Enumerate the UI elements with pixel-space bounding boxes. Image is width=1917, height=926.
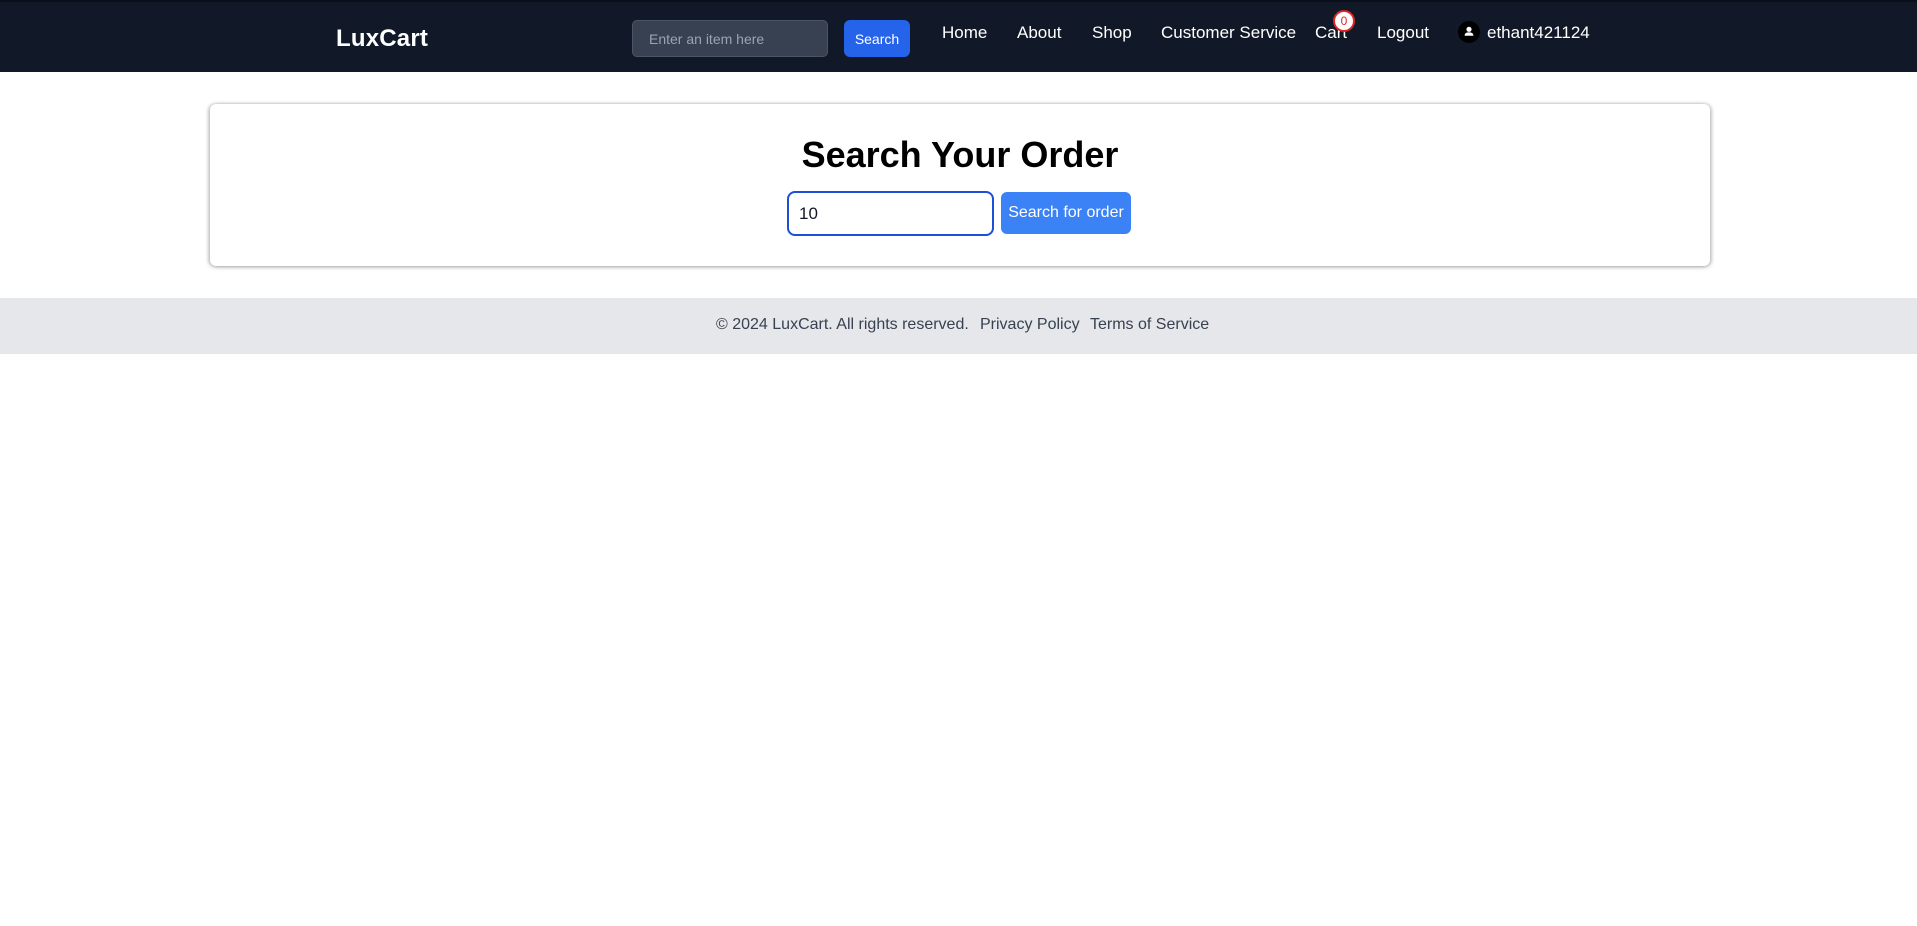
nav-customer-service-link[interactable]: Customer Service <box>1161 23 1296 43</box>
terms-of-service-link[interactable]: Terms of Service <box>1090 316 1209 334</box>
top-navbar: LuxCart Search Home About Shop Customer … <box>0 0 1917 72</box>
privacy-policy-link[interactable]: Privacy Policy <box>980 316 1080 334</box>
nav-shop-link[interactable]: Shop <box>1092 23 1132 43</box>
user-account-link[interactable]: ethant421124 <box>1487 23 1590 43</box>
nav-about-link[interactable]: About <box>1017 23 1061 43</box>
footer-copyright: © 2024 LuxCart. All rights reserved. <box>716 316 969 333</box>
search-order-button[interactable]: Search for order <box>1001 192 1131 234</box>
item-search-input[interactable] <box>632 20 828 57</box>
page-footer: © 2024 LuxCart. All rights reserved. Pri… <box>0 298 1917 354</box>
user-icon <box>1458 21 1480 43</box>
order-search-card: Search Your Order Search for order <box>210 104 1710 266</box>
cart-count-badge: 0 <box>1333 10 1355 32</box>
nav-home-link[interactable]: Home <box>942 23 987 43</box>
brand-logo[interactable]: LuxCart <box>336 25 428 53</box>
page-title: Search Your Order <box>801 134 1119 175</box>
nav-logout-link[interactable]: Logout <box>1377 23 1429 43</box>
order-number-input[interactable] <box>787 191 994 236</box>
item-search-button[interactable]: Search <box>844 20 910 57</box>
